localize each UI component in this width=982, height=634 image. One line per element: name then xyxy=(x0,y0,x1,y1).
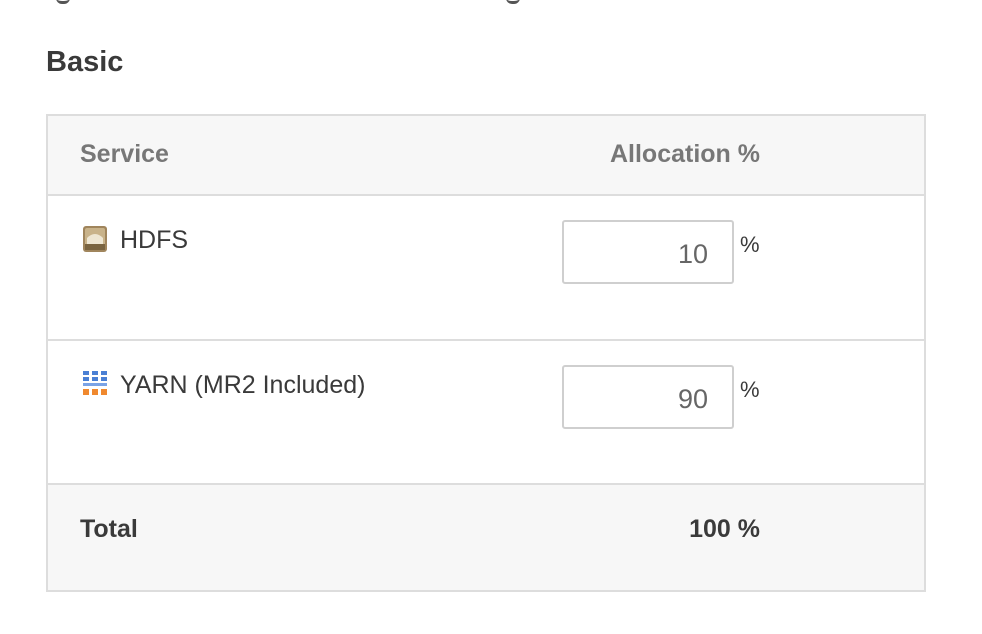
table-row: YARN (MR2 Included) % xyxy=(48,341,924,485)
total-value: 100 % xyxy=(689,515,760,543)
table-row: HDFS % xyxy=(48,196,924,341)
allocation-input-hdfs[interactable] xyxy=(562,220,734,284)
service-name: HDFS xyxy=(120,226,189,254)
percent-sign: % xyxy=(740,377,760,402)
yarn-icon xyxy=(82,369,108,399)
table-footer: Total 100 % xyxy=(48,485,924,590)
clipped-previous-text xyxy=(46,0,646,6)
total-label: Total xyxy=(80,515,138,543)
allocation-input-yarn[interactable] xyxy=(562,365,734,429)
section-title: Basic xyxy=(46,46,124,78)
allocation-table: Service Allocation % HDFS % xyxy=(46,114,926,592)
column-header-allocation: Allocation % xyxy=(609,140,760,168)
column-header-service: Service xyxy=(80,140,169,168)
hdfs-icon xyxy=(82,224,108,254)
percent-sign: % xyxy=(740,232,760,257)
service-name: YARN (MR2 Included) xyxy=(120,371,366,399)
table-header: Service Allocation % xyxy=(48,116,924,196)
